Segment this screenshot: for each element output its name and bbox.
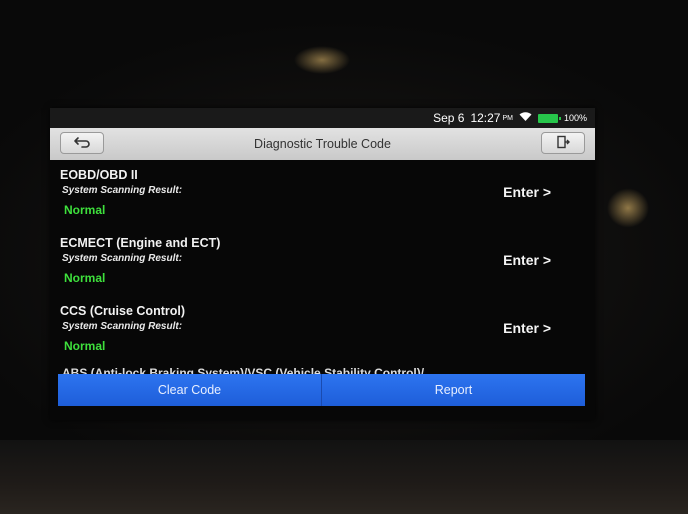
system-result: Normal [64, 203, 106, 217]
system-list: EOBD/OBD II System Scanning Result: Norm… [50, 162, 595, 366]
title-bar: Diagnostic Trouble Code [50, 128, 595, 160]
device-frame-bottom [0, 440, 688, 514]
system-name: CCS (Cruise Control) [60, 304, 185, 318]
system-subtitle: System Scanning Result: [62, 185, 183, 196]
system-name: ECMECT (Engine and ECT) [60, 236, 221, 250]
list-item[interactable]: ECMECT (Engine and ECT) System Scanning … [50, 230, 595, 298]
enter-button[interactable]: Enter > [503, 252, 551, 268]
status-bar: Sep 6 12:27 PM 100% [50, 108, 595, 128]
action-bar: Clear Code Report [58, 374, 585, 406]
system-result: Normal [64, 339, 106, 353]
system-name: EOBD/OBD II [60, 168, 138, 182]
system-result: Normal [64, 271, 106, 285]
list-item[interactable]: CCS (Cruise Control) System Scanning Res… [50, 298, 595, 366]
status-ampm: PM [502, 114, 513, 122]
exit-icon [556, 135, 570, 152]
battery-icon [537, 113, 561, 123]
list-item[interactable]: EOBD/OBD II System Scanning Result: Norm… [50, 162, 595, 230]
clear-code-button[interactable]: Clear Code [58, 374, 321, 406]
battery-percent: 100% [563, 113, 587, 123]
enter-button[interactable]: Enter > [503, 184, 551, 200]
status-date: Sep 6 [433, 111, 465, 125]
wifi-icon [519, 111, 532, 125]
device-screen: Sep 6 12:27 PM 100% Diagnostic Trouble C… [50, 108, 595, 420]
back-arrow-icon [73, 136, 91, 151]
report-button[interactable]: Report [321, 374, 585, 406]
status-time: 12:27 [470, 111, 501, 125]
exit-button[interactable] [541, 132, 585, 154]
system-subtitle: System Scanning Result: [62, 321, 183, 332]
page-title: Diagnostic Trouble Code [254, 137, 391, 151]
system-subtitle: System Scanning Result: [62, 253, 183, 264]
enter-button[interactable]: Enter > [503, 320, 551, 336]
back-button[interactable] [60, 132, 104, 154]
